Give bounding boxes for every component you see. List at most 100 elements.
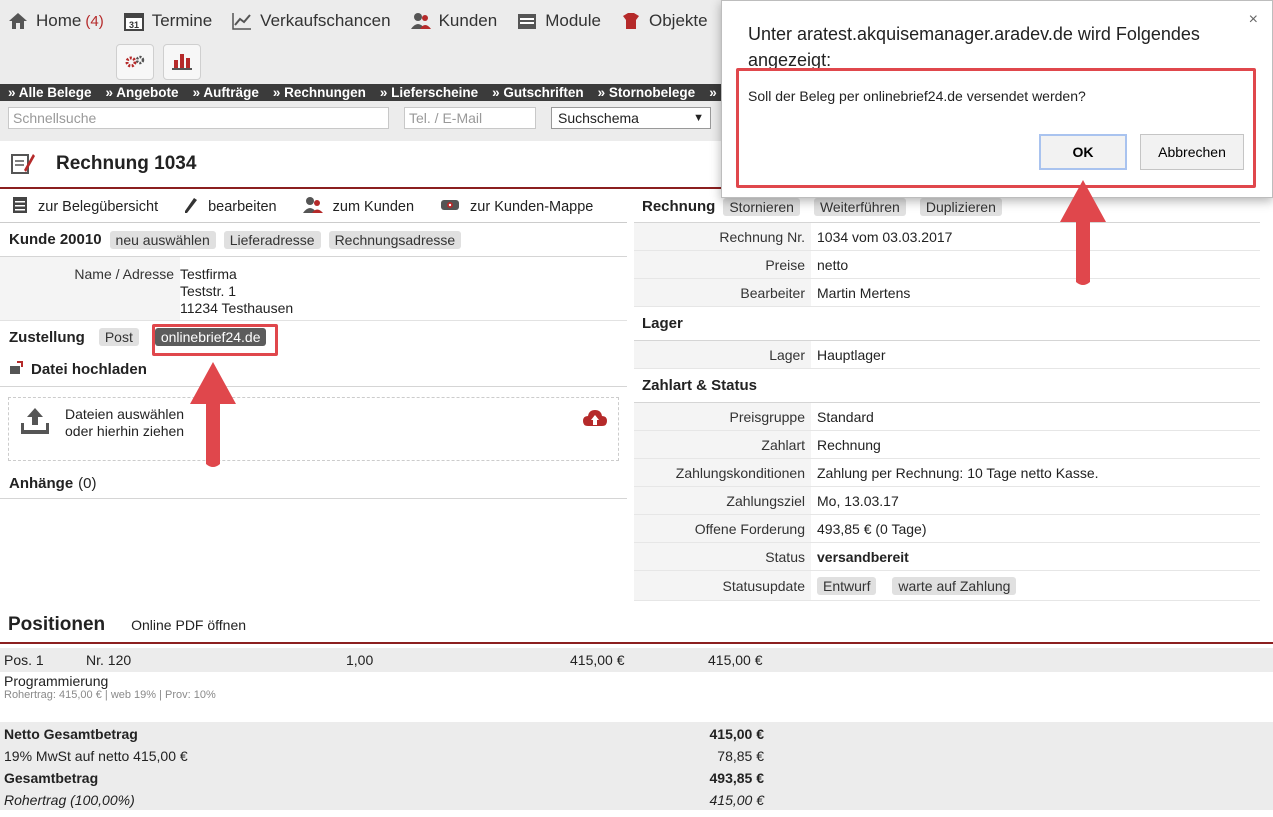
tab-auftraege[interactable]: » Aufträge — [193, 85, 259, 100]
status-warte-auf-zahlung-button[interactable]: warte auf Zahlung — [892, 576, 1017, 595]
lager-heading: Lager — [642, 315, 683, 332]
address-line-3: 11234 Testhausen — [180, 300, 294, 316]
tab-alle-belege[interactable]: » Alle Belege — [8, 85, 92, 100]
upload-heading: Datei hochladen — [31, 361, 147, 378]
rechnungsadresse-button[interactable]: Rechnungsadresse — [328, 230, 462, 249]
nav-termine[interactable]: 31 Termine — [123, 11, 212, 31]
preise-value: netto — [817, 256, 849, 273]
nav-module-label: Module — [545, 11, 601, 30]
objects-icon — [621, 12, 641, 30]
page-title: Rechnung 1034 — [56, 153, 197, 174]
dialog-title: Unter aratest.akquisemanager.aradev.de w… — [748, 24, 1200, 70]
anhaenge-section: Anhänge (0) — [0, 469, 627, 499]
user-icon — [302, 196, 323, 218]
weiterfuehren-button[interactable]: Weiterführen — [813, 197, 906, 216]
zahlart-section-header: Zahlart & Status — [634, 369, 1260, 403]
nav-verkaufschancen[interactable]: Verkaufschancen — [232, 11, 391, 31]
rechnung-nr-row: Rechnung Nr. 1034 vom 03.03.2017 — [634, 223, 1260, 251]
nav-objekte[interactable]: Objekte — [621, 11, 708, 31]
lieferadresse-button[interactable]: Lieferadresse — [223, 230, 321, 249]
search-schema-select[interactable]: Suchschema ▼ — [551, 107, 711, 129]
bar-chart-icon — [172, 52, 192, 73]
home-icon — [8, 12, 28, 30]
status-entwurf-button[interactable]: Entwurf — [817, 576, 877, 595]
gears-icon — [124, 54, 146, 71]
tab-more[interactable]: » — [709, 85, 717, 100]
tab-gutschriften[interactable]: » Gutschriften — [492, 85, 584, 100]
module-icon — [517, 12, 537, 30]
settings-tool-button[interactable] — [116, 44, 154, 80]
bearbeiten-label: bearbeiten — [208, 198, 277, 215]
name-address-label: Name / Adresse — [74, 266, 174, 282]
tab-rechnungen[interactable]: » Rechnungen — [273, 85, 366, 100]
position-row: Pos. 1 Nr. 120 1,00 415,00 € 415,00 € — [0, 648, 1273, 672]
beleguebersicht-label: zur Belegübersicht — [38, 198, 159, 215]
lager-label: Lager — [634, 341, 811, 368]
highlight-dialog-box — [736, 68, 1256, 188]
anhaenge-count: (0) — [78, 475, 97, 492]
offene-forderung-row: Offene Forderung 493,85 € (0 Tage) — [634, 515, 1260, 543]
beleguebersicht-link[interactable]: zur Belegübersicht — [12, 196, 158, 218]
kunde-heading: Kunde 20010 — [9, 231, 102, 248]
cloud-upload-icon[interactable] — [582, 408, 608, 433]
duplizieren-button[interactable]: Duplizieren — [919, 197, 1002, 216]
gesamtbetrag-row: Gesamtbetrag 493,85 € — [4, 770, 764, 786]
nav-objekte-label: Objekte — [648, 11, 708, 30]
stornieren-button[interactable]: Stornieren — [723, 197, 800, 216]
left-panel: zur Belegübersicht bearbeiten zum Kunden… — [0, 191, 627, 499]
kunden-mappe-link[interactable]: zur Kunden-Mappe — [440, 198, 593, 216]
document-icon — [12, 196, 28, 218]
nav-home-label: Home — [36, 11, 82, 30]
zahlungsziel-value: Mo, 13.03.17 — [817, 492, 899, 509]
upload-line-1: Dateien auswählen — [65, 406, 185, 422]
kunden-mappe-label: zur Kunden-Mappe — [470, 198, 594, 215]
tab-angebote[interactable]: » Angebote — [106, 85, 179, 100]
nav-home[interactable]: Home (4) — [8, 11, 104, 31]
zahlart-label: Zahlart — [634, 431, 811, 458]
search-schema-value: Suchschema — [558, 110, 639, 126]
calendar-icon: 31 — [123, 12, 144, 31]
upload-section-header: Datei hochladen — [0, 353, 627, 387]
kunde-section-header: Kunde 20010 neu auswählen Lieferadresse … — [0, 223, 627, 257]
arrow-up-icon — [190, 362, 236, 467]
nav-kunden[interactable]: Kunden — [410, 11, 497, 31]
chevron-down-icon: ▼ — [693, 112, 704, 124]
address-line-2: Teststr. 1 — [180, 283, 237, 299]
folder-icon — [440, 198, 460, 216]
nav-module[interactable]: Module — [517, 11, 601, 31]
lager-section-header: Lager — [634, 307, 1260, 341]
statistics-tool-button[interactable] — [163, 44, 201, 80]
quick-search-input[interactable]: Schnellsuche — [8, 107, 389, 129]
rechnung-nr-label: Rechnung Nr. — [634, 223, 811, 250]
neu-auswaehlen-button[interactable]: neu auswählen — [109, 230, 216, 249]
close-icon[interactable]: × — [1249, 11, 1258, 29]
preise-label: Preise — [634, 251, 811, 278]
nav-verkaufschancen-label: Verkaufschancen — [260, 11, 391, 30]
rohertrag-row: Rohertrag (100,00%) 415,00 € — [4, 792, 764, 808]
statusupdate-options: Entwurf warte auf Zahlung — [811, 576, 1017, 595]
position-meta: Rohertrag: 415,00 € | web 19% | Prov: 10… — [4, 689, 216, 701]
tab-lieferscheine[interactable]: » Lieferscheine — [380, 85, 478, 100]
online-pdf-link[interactable]: Online PDF öffnen — [131, 617, 246, 633]
zum-kunden-link[interactable]: zum Kunden — [302, 196, 414, 218]
lager-row: Lager Hauptlager — [634, 341, 1260, 369]
zahlungsziel-label: Zahlungsziel — [634, 487, 811, 514]
zustellung-section: Zustellung Post onlinebrief24.de — [0, 321, 627, 353]
zahlungskonditionen-row: Zahlungskonditionen Zahlung per Rechnung:… — [634, 459, 1260, 487]
bearbeiten-link[interactable]: bearbeiten — [184, 196, 277, 218]
position-quantity: 1,00 — [346, 652, 374, 668]
offene-forderung-label: Offene Forderung — [634, 515, 811, 542]
highlight-onlinebrief-box — [152, 324, 278, 356]
action-bar: zur Belegübersicht bearbeiten zum Kunden… — [0, 191, 627, 223]
upload-dropzone[interactable]: Dateien auswählen oder hierhin ziehen — [8, 397, 619, 461]
position-unit-price: 415,00 € — [570, 652, 625, 668]
zahlart-heading: Zahlart & Status — [642, 377, 758, 394]
preisgruppe-row: Preisgruppe Standard — [634, 403, 1260, 431]
phone-email-input[interactable]: Tel. / E-Mail — [404, 107, 536, 129]
calendar-day-number: 31 — [129, 20, 139, 30]
zustellung-heading: Zustellung — [9, 328, 85, 346]
statusupdate-row: Statusupdate Entwurf warte auf Zahlung — [634, 571, 1260, 601]
post-button[interactable]: Post — [98, 328, 139, 346]
zahlungsziel-row: Zahlungsziel Mo, 13.03.17 — [634, 487, 1260, 515]
tab-stornobelege[interactable]: » Stornobelege — [598, 85, 696, 100]
